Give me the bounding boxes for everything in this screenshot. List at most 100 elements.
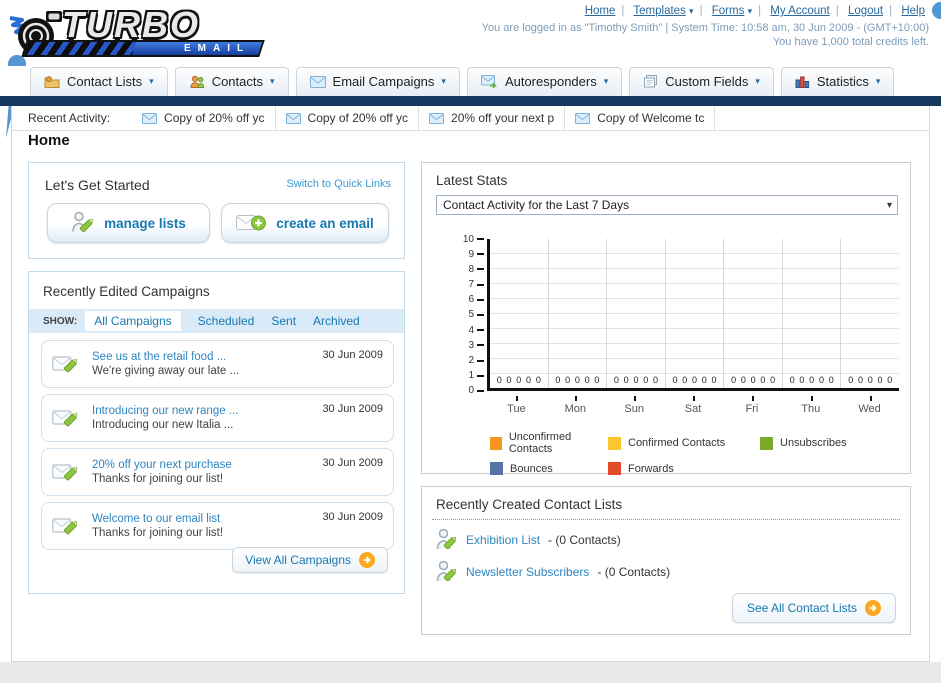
data-value-label: 0 xyxy=(789,375,795,385)
data-value-label: 0 xyxy=(711,375,717,385)
tab-contact-lists[interactable]: Contact Lists ▾ xyxy=(30,67,168,96)
tab-statistics[interactable]: Statistics ▾ xyxy=(780,67,895,96)
chart-y-axis: 10 9 8 7 6 5 4 3 2 1 0 xyxy=(450,234,484,396)
logo-subtitle: EMAIL xyxy=(183,43,250,54)
x-tick-label: Mon xyxy=(546,396,605,415)
data-value-label: 0 xyxy=(867,375,873,385)
data-value-label: 0 xyxy=(750,375,756,385)
campaigns-title: Recently Edited Campaigns xyxy=(43,284,210,299)
recent-activity-item[interactable]: Copy of 20% off yc xyxy=(276,106,420,130)
envelope-icon xyxy=(309,75,326,88)
data-value-label: 0 xyxy=(623,375,629,385)
recent-activity-label: Recent Activity: xyxy=(28,111,111,125)
app-logo: TURBO EMAIL xyxy=(6,2,276,60)
data-value-label: 0 xyxy=(857,375,863,385)
data-value-label: 0 xyxy=(848,375,854,385)
nav-forms-link[interactable]: Forms xyxy=(712,5,745,17)
navy-divider-bar xyxy=(0,96,941,106)
recent-activity-item[interactable]: 20% off your next p xyxy=(419,106,566,130)
chevron-down-icon: ▾ xyxy=(270,76,275,86)
data-value-label: 0 xyxy=(701,375,707,385)
manage-lists-label: manage lists xyxy=(104,215,186,231)
nav-my-account-link[interactable]: My Account xyxy=(770,5,829,17)
chevron-down-icon: ▾ xyxy=(747,6,753,16)
tab-contacts[interactable]: Contacts ▾ xyxy=(174,67,289,96)
campaign-row[interactable]: See us at the retail food ... We're givi… xyxy=(41,340,394,388)
chevron-down-icon: ▾ xyxy=(603,76,609,86)
data-value-label: 0 xyxy=(526,375,532,385)
person-pencil-icon xyxy=(436,560,457,582)
data-value-label: 0 xyxy=(574,375,580,385)
envelope-plus-icon xyxy=(236,215,267,231)
filter-all-campaigns[interactable]: All Campaigns xyxy=(85,311,181,331)
create-email-button[interactable]: create an email xyxy=(221,203,389,243)
x-tick-label: Tue xyxy=(487,396,546,415)
data-value-label: 0 xyxy=(516,375,522,385)
see-all-contact-lists-button[interactable]: See All Contact Lists xyxy=(731,593,896,623)
main-tabbar: Contact Lists ▾ Contacts ▾ Email Campaig… xyxy=(0,66,941,96)
list-item[interactable]: Exhibition List - (0 Contacts) xyxy=(436,527,670,553)
x-tick-label: Sun xyxy=(605,396,664,415)
header: TURBO EMAIL Home | Templates ▾ | Forms ▾ | … xyxy=(0,0,941,138)
page-footer-strip xyxy=(0,662,941,683)
campaign-title-link[interactable]: Introducing our new range ... xyxy=(92,405,312,417)
tab-label: Email Campaigns xyxy=(332,74,435,89)
filter-archived[interactable]: Archived xyxy=(313,314,360,328)
logo-banner: EMAIL xyxy=(21,40,265,57)
tab-email-campaigns[interactable]: Email Campaigns ▾ xyxy=(295,67,460,96)
envelope-pencil-icon xyxy=(52,410,78,427)
contact-list-link[interactable]: Exhibition List xyxy=(466,533,540,547)
recent-activity-item[interactable]: Copy of 20% off yc xyxy=(132,106,276,130)
nav-logout-link[interactable]: Logout xyxy=(848,5,883,17)
person-pencil-icon xyxy=(72,211,94,233)
campaign-date: 30 Jun 2009 xyxy=(322,511,383,523)
campaign-title-link[interactable]: Welcome to our email list xyxy=(92,513,312,525)
list-item[interactable]: Newsletter Subscribers - (0 Contacts) xyxy=(436,559,670,585)
nav-help-link[interactable]: Help xyxy=(901,5,925,17)
envelope-pencil-icon xyxy=(52,518,78,535)
switch-quick-links[interactable]: Switch to Quick Links xyxy=(286,178,391,190)
campaign-date: 30 Jun 2009 xyxy=(322,349,383,361)
chart-day-column: 00000 xyxy=(549,239,608,388)
help-bubble-icon[interactable] xyxy=(932,2,941,19)
campaign-title-link[interactable]: See us at the retail food ... xyxy=(92,351,312,363)
stats-dropdown[interactable]: Contact Activity for the Last 7 Days ▾ xyxy=(436,195,898,215)
legend-item: Unsubscribes xyxy=(760,431,847,455)
envelope-icon xyxy=(575,112,591,124)
campaign-row[interactable]: Introducing our new range ... Introducin… xyxy=(41,394,394,442)
envelope-icon xyxy=(142,112,158,124)
data-value-label: 0 xyxy=(828,375,834,385)
dotted-divider xyxy=(432,519,900,520)
tab-autoresponders[interactable]: Autoresponders ▾ xyxy=(466,67,623,96)
show-label: SHOW: xyxy=(43,315,78,327)
bar-chart-icon xyxy=(795,76,809,88)
filter-scheduled[interactable]: Scheduled xyxy=(198,314,255,328)
campaign-title-link[interactable]: 20% off your next purchase xyxy=(92,459,312,471)
legend-swatch-icon xyxy=(608,436,621,450)
contacts-icon xyxy=(190,75,204,88)
nav-home-link[interactable]: Home xyxy=(585,5,616,17)
data-value-label: 0 xyxy=(652,375,658,385)
data-value-label: 0 xyxy=(535,375,541,385)
nav-templates-link[interactable]: Templates xyxy=(633,5,685,17)
tab-custom-fields[interactable]: Custom Fields ▾ xyxy=(629,67,774,96)
contact-list-link[interactable]: Newsletter Subscribers xyxy=(466,565,589,579)
data-value-label: 0 xyxy=(672,375,678,385)
campaign-row[interactable]: Welcome to our email list Thanks for joi… xyxy=(41,502,394,550)
envelope-pencil-icon xyxy=(52,356,78,373)
data-value-label: 0 xyxy=(496,375,502,385)
data-value-label: 0 xyxy=(887,375,893,385)
chevron-down-icon: ▾ xyxy=(755,76,760,86)
contact-list-count: - (0 Contacts) xyxy=(597,565,671,579)
arrow-right-icon xyxy=(359,552,375,568)
envelope-icon xyxy=(429,112,445,124)
envelope-icon xyxy=(285,112,301,124)
view-all-campaigns-button[interactable]: View All Campaigns xyxy=(232,547,388,573)
legend-swatch-icon xyxy=(608,462,621,475)
recent-activity-item[interactable]: Copy of Welcome tc xyxy=(565,106,716,130)
campaign-date: 30 Jun 2009 xyxy=(322,403,383,415)
campaign-row[interactable]: 20% off your next purchase Thanks for jo… xyxy=(41,448,394,496)
latest-stats-title: Latest Stats xyxy=(436,173,508,188)
filter-sent[interactable]: Sent xyxy=(271,314,296,328)
manage-lists-button[interactable]: manage lists xyxy=(47,203,210,243)
